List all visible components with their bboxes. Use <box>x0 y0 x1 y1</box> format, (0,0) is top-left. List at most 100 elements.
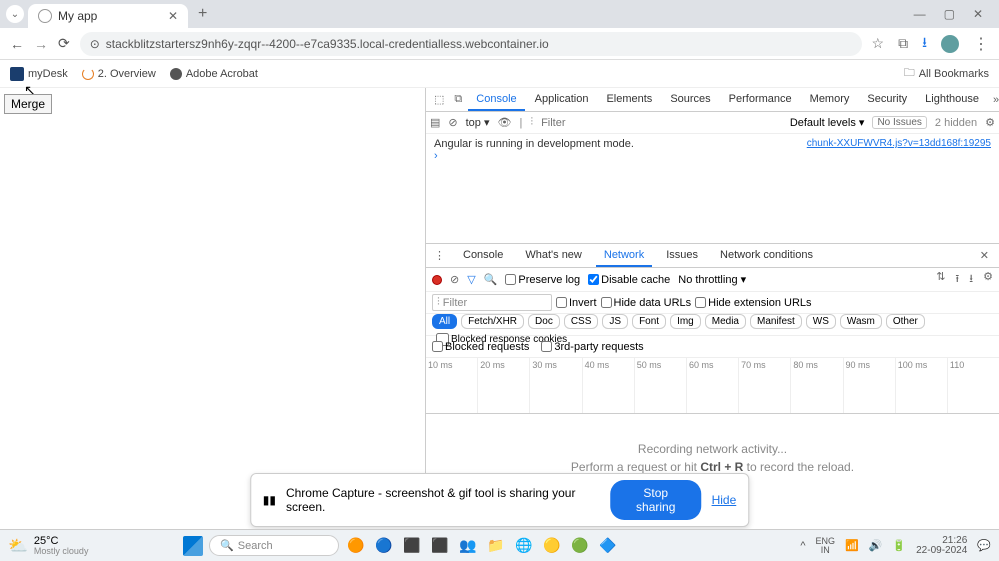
taskbar-chrome[interactable]: 🌐 <box>513 535 535 557</box>
throttling-select[interactable]: No throttling ▾ <box>678 273 746 286</box>
new-tab-button[interactable]: + <box>192 5 213 23</box>
taskbar-app-1[interactable]: 🟠 <box>345 535 367 557</box>
reload-button[interactable]: ⟳ <box>58 35 70 52</box>
more-tabs-icon[interactable]: » <box>989 92 999 108</box>
language-indicator[interactable]: ENGIN <box>816 537 836 555</box>
battery-icon[interactable]: 🔋 <box>892 539 906 552</box>
tab-application[interactable]: Application <box>527 89 597 111</box>
tab-elements[interactable]: Elements <box>598 89 660 111</box>
drawer-tab-netcond[interactable]: Network conditions <box>712 245 821 267</box>
search-network-icon[interactable]: 🔍 <box>484 273 498 286</box>
tray-chevron-icon[interactable]: ^ <box>800 540 805 552</box>
drawer-tab-network[interactable]: Network <box>596 245 652 267</box>
taskbar-search[interactable]: 🔍 Search <box>209 535 339 556</box>
taskbar-app-2[interactable]: 🔵 <box>373 535 395 557</box>
url-input[interactable]: ⊙ stackblitzstartersz9nh6y-zqqr--4200--e… <box>80 32 862 56</box>
filter-fetch[interactable]: Fetch/XHR <box>461 314 524 329</box>
network-conditions-icon[interactable]: ⇅ <box>936 270 945 289</box>
disable-cache-checkbox[interactable]: Disable cache <box>588 274 670 286</box>
forward-button[interactable]: → <box>34 36 48 52</box>
taskbar-teams[interactable]: 👥 <box>457 535 479 557</box>
drawer-tab-whatsnew[interactable]: What's new <box>517 245 590 267</box>
back-button[interactable]: ← <box>10 36 24 52</box>
drawer-menu-icon[interactable]: ⋮ <box>430 247 449 264</box>
device-toggle-icon[interactable]: ⧉ <box>450 91 466 108</box>
taskbar-app-3[interactable]: ⬛ <box>401 535 423 557</box>
taskbar-app-5[interactable]: 🟡 <box>541 535 563 557</box>
tab-performance[interactable]: Performance <box>721 89 800 111</box>
filter-all[interactable]: All <box>432 314 457 329</box>
browser-menu-icon[interactable]: ⋮ <box>973 34 989 54</box>
third-party-checkbox[interactable]: 3rd-party requests <box>541 341 643 353</box>
tab-sources[interactable]: Sources <box>662 89 718 111</box>
notifications-icon[interactable]: 💬 <box>977 539 991 552</box>
bookmark-star-icon[interactable]: ☆ <box>872 35 885 52</box>
drawer-tab-issues[interactable]: Issues <box>658 245 706 267</box>
filter-wasm[interactable]: Wasm <box>840 314 882 329</box>
tab-lighthouse[interactable]: Lighthouse <box>917 89 987 111</box>
hide-extension-urls-checkbox[interactable]: Hide extension URLs <box>695 297 811 309</box>
all-bookmarks-button[interactable]: 🗀 All Bookmarks <box>904 64 989 83</box>
clock[interactable]: 21:2622-09-2024 <box>916 536 967 556</box>
console-filter-input[interactable] <box>541 117 621 129</box>
context-selector[interactable]: top ▾ <box>466 116 490 129</box>
console-settings-icon[interactable]: ⚙ <box>985 116 995 129</box>
wifi-icon[interactable]: 📶 <box>845 539 859 552</box>
filter-doc[interactable]: Doc <box>528 314 560 329</box>
start-button[interactable] <box>183 536 203 556</box>
bookmark-overview[interactable]: 2. Overview <box>82 68 156 80</box>
network-filter-input[interactable]: ⫶ Filter <box>432 294 552 311</box>
site-info-icon[interactable]: ⊙ <box>90 37 100 51</box>
clear-console-icon[interactable]: ⊘ <box>448 116 457 129</box>
extensions-icon[interactable]: ⧉ <box>898 35 908 52</box>
close-window-button[interactable]: ✕ <box>973 7 983 21</box>
import-har-icon[interactable]: ⭱ <box>955 270 959 289</box>
drawer-close-icon[interactable]: ✕ <box>974 249 995 262</box>
log-levels-select[interactable]: Default levels ▾ <box>790 116 865 129</box>
filter-toggle-icon[interactable]: ▽ <box>467 273 475 286</box>
export-har-icon[interactable]: ⭳ <box>969 270 973 289</box>
tab-security[interactable]: Security <box>859 89 915 111</box>
weather-widget[interactable]: ⛅ 25°C Mostly cloudy <box>8 536 88 556</box>
filter-other[interactable]: Other <box>886 314 925 329</box>
drawer-tab-console[interactable]: Console <box>455 245 511 267</box>
minimize-button[interactable]: — <box>914 7 926 21</box>
stop-sharing-button[interactable]: Stop sharing <box>610 480 702 520</box>
taskbar-app-4[interactable]: ⬛ <box>429 535 451 557</box>
network-settings-icon[interactable]: ⚙ <box>983 270 993 289</box>
issues-badge[interactable]: No Issues <box>872 116 926 129</box>
taskbar-explorer[interactable]: 📁 <box>485 535 507 557</box>
filter-js[interactable]: JS <box>602 314 628 329</box>
filter-media[interactable]: Media <box>705 314 746 329</box>
hide-data-urls-checkbox[interactable]: Hide data URLs <box>601 297 692 309</box>
filter-css[interactable]: CSS <box>564 314 599 329</box>
inspect-element-icon[interactable]: ⬚ <box>430 91 448 108</box>
source-link[interactable]: chunk-XXUFWVR4.js?v=13dd168f:19295 <box>807 138 991 149</box>
record-button[interactable] <box>432 275 442 285</box>
network-timeline[interactable]: 10 ms 20 ms 30 ms 40 ms 50 ms 60 ms 70 m… <box>426 358 999 414</box>
blocked-requests-checkbox[interactable]: Blocked requests <box>432 341 529 353</box>
profile-avatar[interactable] <box>941 35 959 53</box>
downloads-icon[interactable]: ⭳ <box>922 32 927 56</box>
filter-manifest[interactable]: Manifest <box>750 314 802 329</box>
live-expression-icon[interactable]: 👁 <box>498 116 512 129</box>
filter-img[interactable]: Img <box>670 314 701 329</box>
clear-network-icon[interactable]: ⊘ <box>450 273 459 286</box>
browser-tab[interactable]: My app ✕ <box>28 4 188 28</box>
filter-ws[interactable]: WS <box>806 314 836 329</box>
hide-banner-link[interactable]: Hide <box>712 493 737 507</box>
tab-console[interactable]: Console <box>468 89 524 111</box>
bookmark-adobe[interactable]: Adobe Acrobat <box>170 68 258 80</box>
console-prompt[interactable]: › <box>434 150 991 162</box>
taskbar-app-7[interactable]: 🔷 <box>597 535 619 557</box>
tab-search-dropdown[interactable]: ⌄ <box>6 5 24 23</box>
console-sidebar-icon[interactable]: ▤ <box>430 116 440 129</box>
bookmark-mydesk[interactable]: myDesk <box>10 67 68 81</box>
filter-font[interactable]: Font <box>632 314 666 329</box>
preserve-log-checkbox[interactable]: Preserve log <box>505 274 580 286</box>
volume-icon[interactable]: 🔊 <box>869 539 883 552</box>
taskbar-app-6[interactable]: 🟢 <box>569 535 591 557</box>
merge-button[interactable]: Merge <box>4 94 52 114</box>
tab-memory[interactable]: Memory <box>802 89 858 111</box>
maximize-button[interactable]: ▢ <box>944 7 955 21</box>
